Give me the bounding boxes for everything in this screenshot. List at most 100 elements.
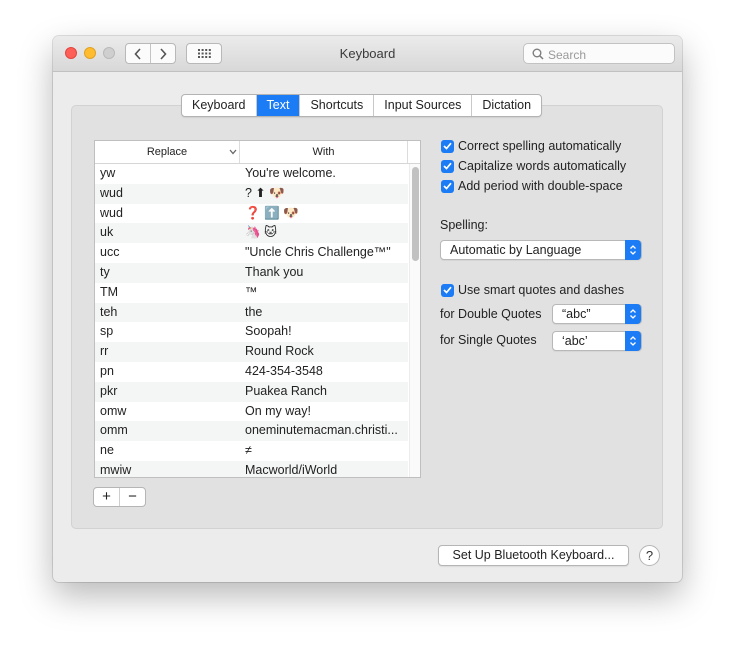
- with-cell: You're welcome.: [245, 166, 336, 180]
- with-cell: ? ⬆ 🐶: [245, 185, 285, 200]
- tab-bar: Keyboard Text Shortcuts Input Sources Di…: [181, 94, 543, 117]
- with-cell: Round Rock: [245, 344, 314, 359]
- replace-cell: wud: [100, 185, 123, 200]
- replace-cell: ne: [100, 443, 114, 458]
- search-input[interactable]: [546, 45, 670, 64]
- with-cell: ≠: [245, 443, 252, 458]
- table-row[interactable]: omw On my way!: [95, 402, 408, 422]
- single-quotes-label: for Single Quotes: [440, 333, 537, 347]
- with-column-header[interactable]: With: [240, 141, 408, 163]
- remove-button-label: −: [128, 488, 137, 505]
- checkmark-icon: [441, 139, 454, 153]
- table-row[interactable]: teh the: [95, 302, 408, 323]
- replace-cell: yw: [100, 166, 116, 180]
- checkmark-icon: [441, 159, 454, 173]
- with-cell: ™: [245, 284, 258, 299]
- replace-cell: mwiw: [100, 462, 132, 477]
- spelling-value: Automatic by Language: [450, 243, 582, 257]
- table-row[interactable]: sp Soopah!: [95, 322, 408, 342]
- replace-cell: TM: [100, 284, 119, 299]
- period-double-space-label: Add period with double-space: [458, 179, 623, 193]
- table-scrollbar[interactable]: [409, 164, 420, 477]
- with-cell: Puakea Ranch: [245, 383, 328, 398]
- add-button[interactable]: +: [94, 488, 119, 506]
- search-icon: [532, 48, 544, 60]
- updown-arrows-icon: [625, 304, 641, 324]
- with-cell: the: [245, 304, 263, 319]
- updown-arrows-icon: [625, 331, 641, 351]
- with-cell: 424-354-3548: [245, 363, 323, 378]
- table-row[interactable]: ty Thank you: [95, 262, 408, 283]
- with-cell: Thank you: [245, 264, 304, 279]
- table-row[interactable]: wud ? ⬆ 🐶: [95, 183, 408, 204]
- correct-spelling-label: Correct spelling automatically: [458, 139, 622, 153]
- capitalize-words-label: Capitalize words automatically: [458, 159, 627, 173]
- with-cell: 🦄 🐱: [245, 225, 278, 240]
- with-cell: Macworld/iWorld: [245, 462, 338, 477]
- search-field[interactable]: [523, 43, 675, 64]
- tab-text[interactable]: Text: [255, 95, 300, 116]
- single-quotes-popup[interactable]: ‘abc’: [552, 331, 642, 351]
- add-button-label: +: [102, 488, 111, 505]
- replace-cell: wud: [100, 205, 123, 220]
- table-row[interactable]: ne ≠: [95, 441, 408, 461]
- table-row[interactable]: ucc "Uncle Chris Challenge™": [95, 243, 408, 263]
- with-cell: oneminutemacman.christi...: [245, 423, 398, 438]
- spelling-popup[interactable]: Automatic by Language: [440, 240, 642, 260]
- replace-cell: rr: [100, 344, 109, 359]
- with-cell: Soopah!: [245, 324, 292, 339]
- replace-column-label: Replace: [146, 146, 188, 158]
- correct-spelling-checkbox[interactable]: Correct spelling automatically: [441, 137, 621, 155]
- replace-cell: uk: [100, 225, 114, 240]
- spelling-label: Spelling:: [440, 218, 488, 232]
- replace-column-header[interactable]: Replace: [95, 141, 240, 163]
- table-row[interactable]: pn 424-354-3548: [95, 362, 408, 382]
- replace-cell: ty: [100, 264, 110, 279]
- tab-shortcuts[interactable]: Shortcuts: [299, 95, 373, 116]
- with-cell: "Uncle Chris Challenge™": [245, 245, 391, 260]
- table-row[interactable]: yw You're welcome.: [95, 164, 408, 184]
- replace-cell: ucc: [100, 245, 120, 260]
- replace-cell: pkr: [100, 383, 118, 398]
- double-quotes-popup[interactable]: “abc”: [552, 304, 642, 324]
- remove-button[interactable]: −: [119, 488, 145, 506]
- scrollbar-thumb[interactable]: [412, 167, 419, 261]
- title-bar: Keyboard: [53, 36, 682, 72]
- smart-quotes-checkbox[interactable]: Use smart quotes and dashes: [441, 281, 624, 299]
- double-quotes-label: for Double Quotes: [440, 307, 542, 321]
- replace-cell: sp: [100, 324, 114, 339]
- chevron-down-icon: [229, 149, 237, 155]
- keyboard-preferences-window: Keyboard Keyboard Text Shortcuts Input S…: [53, 36, 682, 582]
- table-header: Replace With: [95, 141, 420, 164]
- text-replacement-table: Replace With yw You're welcome. wud ? ⬆ 🐶 …: [94, 140, 421, 478]
- table-row[interactable]: uk 🦄 🐱: [95, 223, 408, 244]
- setup-bluetooth-keyboard-button[interactable]: Set Up Bluetooth Keyboard...: [438, 545, 629, 566]
- smart-quotes-label: Use smart quotes and dashes: [458, 283, 625, 297]
- replace-cell: omw: [100, 403, 127, 418]
- table-rows: yw You're welcome. wud ? ⬆ 🐶 wud ❓ ⬆️ 🐶 uk 🦄…: [95, 164, 408, 477]
- replace-cell: teh: [100, 304, 118, 319]
- table-row[interactable]: rr Round Rock: [95, 342, 408, 362]
- tab-input-sources[interactable]: Input Sources: [373, 95, 471, 116]
- period-double-space-checkbox[interactable]: Add period with double-space: [441, 177, 623, 195]
- with-cell: ❓ ⬆️ 🐶: [245, 205, 299, 220]
- replace-cell: pn: [100, 363, 114, 378]
- table-row[interactable]: mwiw Macworld/iWorld: [95, 460, 408, 477]
- table-row[interactable]: wud ❓ ⬆️ 🐶: [95, 204, 408, 224]
- checkmark-icon: [441, 179, 454, 193]
- capitalize-words-checkbox[interactable]: Capitalize words automatically: [441, 157, 626, 175]
- table-row[interactable]: TM ™: [95, 283, 408, 303]
- updown-arrows-icon: [625, 240, 641, 260]
- table-row[interactable]: pkr Puakea Ranch: [95, 381, 408, 402]
- tab-keyboard[interactable]: Keyboard: [182, 95, 256, 116]
- add-remove-control: + −: [93, 487, 146, 507]
- table-row[interactable]: omm oneminutemacman.christi...: [95, 421, 408, 442]
- with-cell: On my way!: [245, 403, 311, 418]
- tab-dictation[interactable]: Dictation: [471, 95, 541, 116]
- help-button[interactable]: ?: [639, 545, 660, 566]
- double-quotes-value: “abc”: [562, 307, 591, 321]
- single-quotes-value: ‘abc’: [562, 334, 588, 348]
- with-column-label: With: [312, 146, 335, 158]
- checkmark-icon: [441, 283, 454, 297]
- replace-cell: omm: [100, 423, 128, 438]
